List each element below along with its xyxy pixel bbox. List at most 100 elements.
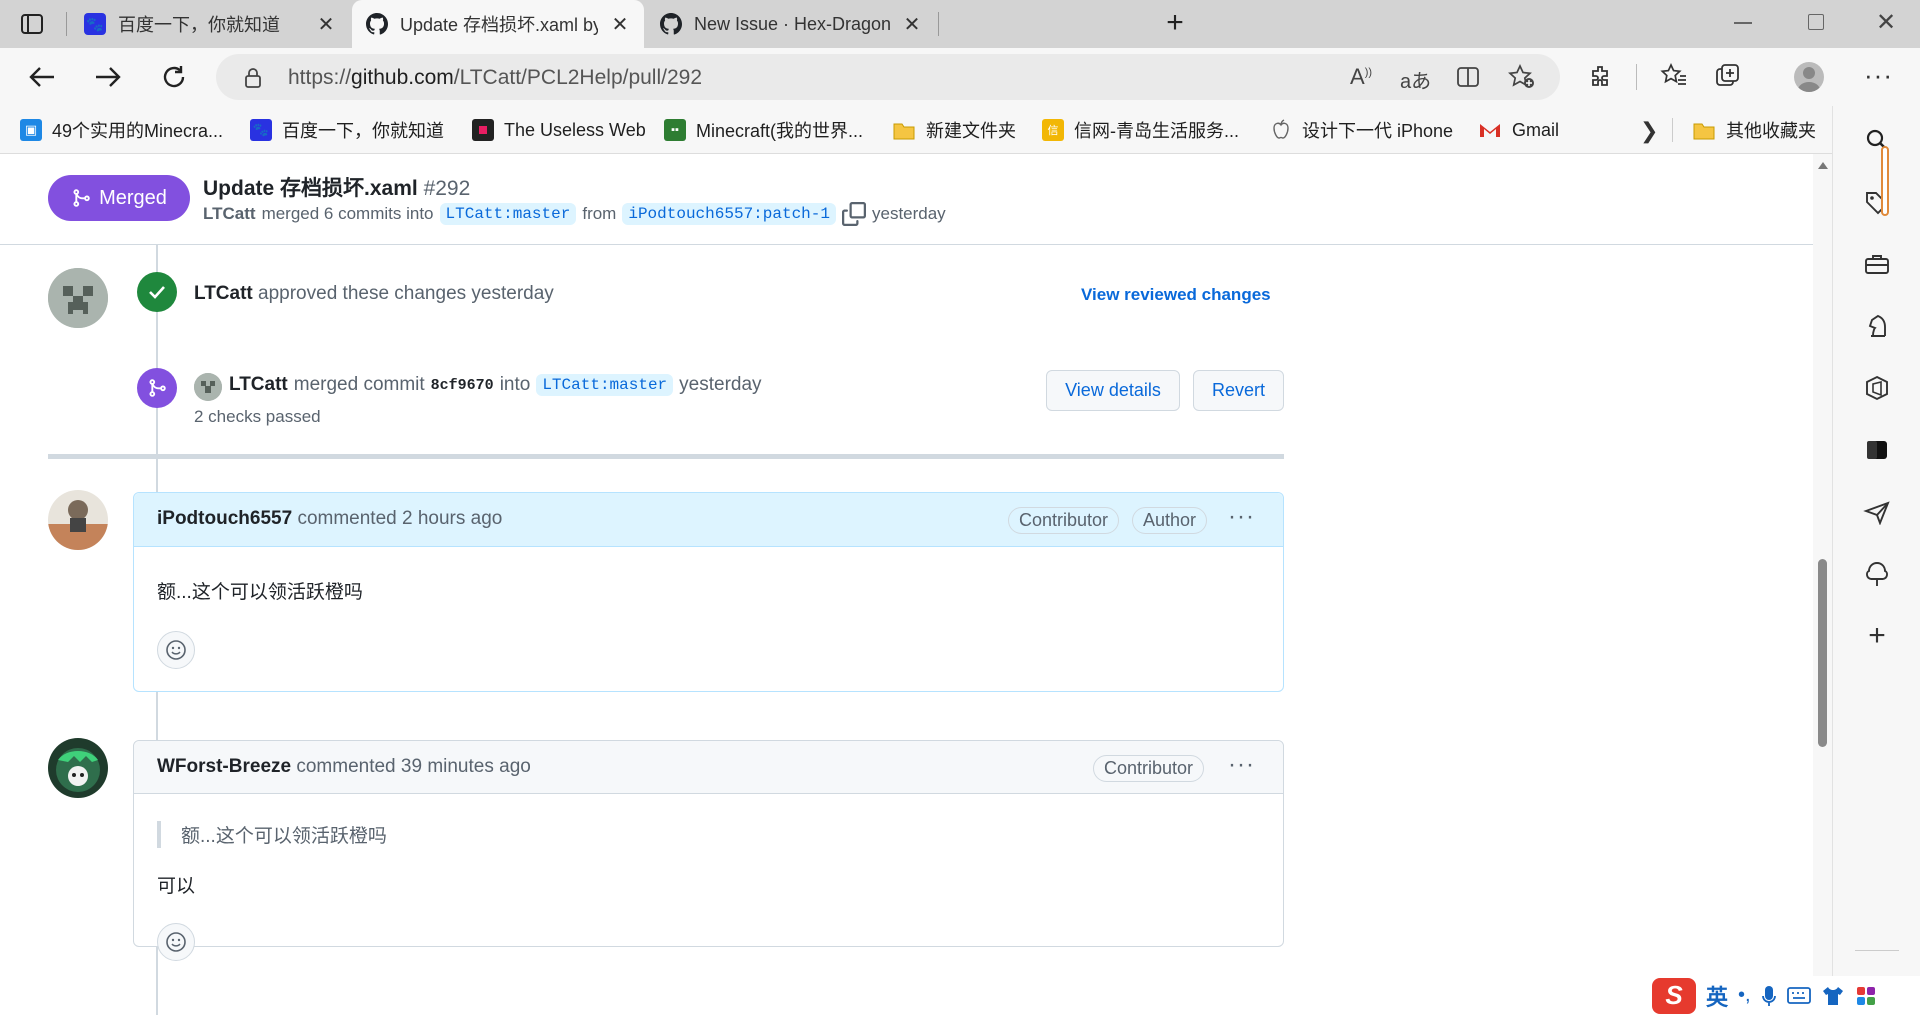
comment-options-button[interactable]: ··· [1228,751,1255,779]
sidebar-search-button[interactable] [1833,120,1920,160]
comment-author-link[interactable]: WForst-Breeze [157,756,291,777]
new-tab-button[interactable]: + [1160,8,1190,38]
avatar[interactable] [194,373,222,401]
sidebar-shopping-button[interactable] [1833,182,1920,222]
tab-actions-button[interactable] [20,12,46,36]
collections-icon[interactable] [1714,62,1742,90]
merger-link[interactable]: LTCatt [229,374,288,396]
bookmark-item[interactable]: The Useless Web [472,114,646,146]
bookmark-label: 设计下一代 iPhone [1302,121,1454,141]
tab-github-issue[interactable]: New Issue · Hex-Dragon/PCL2 ✕ [646,0,936,48]
settings-menu-button[interactable]: ··· [1864,60,1893,91]
comment-time: commented 39 minutes ago [296,756,531,777]
other-favorites-folder[interactable]: 其他收藏夹 [1692,114,1816,146]
bookmark-item[interactable]: ▪▪ Minecraft(我的世界... [664,114,863,146]
ime-language[interactable]: 英 [1706,980,1728,1012]
close-window-button[interactable]: ✕ [1874,8,1898,36]
translate-icon[interactable]: aあ [1400,65,1431,94]
chevron-right-icon: ❯ [1640,118,1659,143]
url-scheme: https:// [288,66,352,89]
restore-button[interactable] [1808,14,1824,30]
copy-icon[interactable] [841,202,866,226]
approver-link[interactable]: LTCatt [194,283,253,304]
keyboard-icon[interactable] [1786,986,1811,1006]
comment-author-link[interactable]: iPodtouch6557 [157,508,292,529]
scrollbar-thumb[interactable] [1818,559,1827,747]
baidu-icon: 🐾 [84,13,106,35]
photo-avatar-image [48,490,108,550]
sidebar-send-button[interactable] [1833,492,1920,532]
tab-github-pr[interactable]: Update 存档损坏.xaml by iPodtouch6557 ✕ [352,0,644,48]
minimize-button[interactable] [1734,22,1752,24]
close-tab-icon[interactable]: ✕ [610,12,630,37]
checks-status[interactable]: 2 checks passed [194,407,321,427]
bookmark-item[interactable]: 设计下一代 iPhone [1270,114,1453,146]
comment-time: commented 2 hours ago [297,508,503,529]
revert-button[interactable]: Revert [1193,370,1284,411]
url-text[interactable]: https://github.com/LTCatt/PCL2Help/pull/… [288,66,702,90]
forward-button[interactable] [90,59,126,95]
bookmark-item[interactable]: 🐾 百度一下，你就知道 [250,114,444,146]
sidebar-games-button[interactable] [1833,306,1920,346]
from-text: from [582,204,617,223]
base-branch-label[interactable]: LTCatt:master [439,203,577,225]
minecraft-icon: ▪▪ [664,119,686,141]
bookmark-label: Minecraft(我的世界... [696,121,864,141]
comment-body: 可以 [157,876,196,897]
bookmark-item[interactable]: Gmail [1478,114,1559,146]
cartoon-avatar-image [48,738,108,798]
profile-avatar[interactable] [1794,62,1824,92]
merge-time: yesterday [679,374,762,395]
toolbox-grid-icon[interactable] [1855,985,1877,1007]
sidebar-scrollbar[interactable] [1881,146,1889,216]
add-reaction-button[interactable] [157,631,195,669]
refresh-icon [163,66,185,88]
comment-options-button[interactable]: ··· [1228,503,1255,531]
pr-author-link[interactable]: LTCatt [203,204,256,224]
bookmark-label: Gmail [1512,119,1560,140]
microphone-icon[interactable] [1761,984,1777,1008]
avatar[interactable] [48,268,108,328]
sidebar-add-button[interactable]: + [1833,616,1920,656]
close-tab-icon[interactable]: ✕ [902,12,922,37]
refresh-button[interactable] [156,59,192,95]
more-bookmarks-button[interactable]: ❯ [1640,118,1658,144]
url-domain: github.com [351,66,454,89]
head-branch-label[interactable]: iPodtouch6557:patch-1 [622,203,836,225]
github-icon [660,13,682,35]
sogou-logo-icon: S [1652,977,1696,1014]
ime-toolbar[interactable]: S 英 •, [1648,976,1920,1015]
pr-time: yesterday [871,204,946,223]
view-reviewed-changes-link[interactable]: View reviewed changes [1081,285,1271,305]
favorites-icon[interactable] [1660,62,1688,90]
tab-baidu[interactable]: 🐾 百度一下，你就知道 ✕ [70,0,350,48]
contributor-badge: Contributor [1093,755,1205,782]
page-scrollbar[interactable] [1813,154,1832,1015]
github-icon [366,13,388,35]
back-button[interactable] [24,59,60,95]
chess-knight-icon [1868,314,1886,337]
scroll-up-arrow[interactable] [1818,162,1828,169]
add-reaction-button[interactable] [157,923,195,961]
sidebar-office-button[interactable] [1833,368,1920,408]
address-bar[interactable]: https://github.com/LTCatt/PCL2Help/pull/… [216,54,1560,100]
add-favorite-icon[interactable] [1508,64,1536,90]
split-screen-icon[interactable] [1456,66,1480,88]
avatar[interactable] [48,490,108,550]
sidebar-tools-button[interactable] [1833,244,1920,284]
read-aloud-icon[interactable]: A)) [1350,64,1372,90]
skin-icon[interactable] [1821,985,1845,1007]
sidebar-drop-button[interactable] [1833,554,1920,594]
extensions-icon[interactable] [1588,64,1614,90]
bookmark-item[interactable]: ▣ 49个实用的Minecra... [20,114,223,146]
sidebar-outlook-button[interactable] [1833,430,1920,470]
avatar[interactable] [48,738,108,798]
branch-label[interactable]: LTCatt:master [536,374,674,396]
view-details-button[interactable]: View details [1046,370,1180,411]
gmail-icon [1480,124,1500,137]
close-tab-icon[interactable]: ✕ [316,12,336,37]
punctuation-icon[interactable]: •, [1738,984,1751,1007]
commit-sha-link[interactable]: 8cf9670 [431,377,494,394]
bookmark-folder[interactable]: 新建文件夹 [892,114,1016,146]
bookmark-item[interactable]: 信 信网-青岛生活服务... [1042,114,1239,146]
